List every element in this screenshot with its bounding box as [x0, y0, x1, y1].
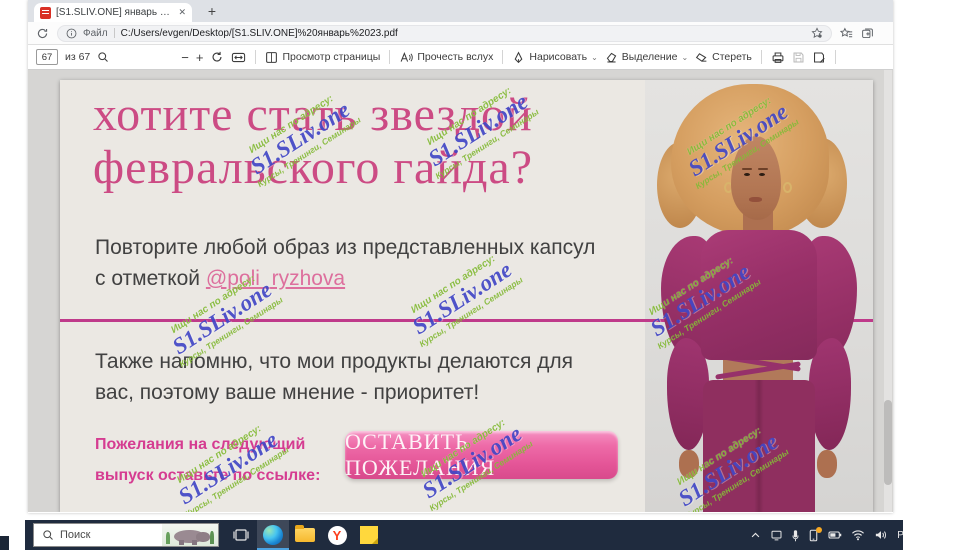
pen-icon [512, 51, 525, 64]
browser-window: [S1.SLIV.ONE] январь 23.pdf ✕ + Файл C:/… [28, 0, 893, 513]
address-bar: Файл C:/Users/evgen/Desktop/[S1.SLIV.ONE… [28, 22, 893, 45]
pill-separator [114, 28, 115, 38]
draw-chevron-icon[interactable]: ⌄ [591, 53, 598, 62]
info-icon [66, 28, 77, 39]
edge-logo [263, 525, 283, 545]
taskbar-explorer-icon[interactable] [289, 520, 321, 550]
eraser-icon [695, 51, 708, 64]
page-view-label: Просмотр страницы [282, 51, 380, 63]
tab-title: [S1.SLIV.ONE] январь 23.pdf [56, 7, 173, 18]
model-photo [645, 80, 873, 512]
collections-icon[interactable] [861, 27, 874, 40]
taskbar-edge-icon[interactable] [257, 520, 289, 550]
paragraph-2: Также напомню, что мои продукты делаются… [95, 346, 600, 408]
pdf-viewer: хотите стать звездой февральского гайда?… [28, 70, 893, 512]
search-placeholder: Поиск [60, 529, 156, 541]
erase-label: Стереть [712, 51, 752, 63]
address-scheme-label: Файл [83, 28, 108, 39]
paragraph-1-text: Повторите любой образ из представленных … [95, 236, 595, 290]
erase-button[interactable]: Стереть [695, 51, 752, 64]
pink-divider-line [60, 319, 873, 322]
volume-icon[interactable] [874, 529, 888, 541]
read-aloud-button[interactable]: Прочесть вслух [399, 51, 493, 64]
start-button-fragment[interactable] [0, 536, 9, 550]
print-icon[interactable] [771, 51, 785, 64]
battery-icon[interactable] [828, 529, 842, 541]
favorite-star-icon[interactable] [811, 27, 823, 39]
language-indicator[interactable]: РУ [897, 530, 903, 541]
notification-badge [816, 527, 822, 533]
page-number-input[interactable] [36, 49, 58, 65]
draw-button[interactable]: Нарисовать ⌄ [512, 51, 597, 64]
read-aloud-label: Прочесть вслух [417, 51, 493, 63]
zoom-in-button[interactable]: + [196, 50, 204, 65]
new-tab-button[interactable]: + [203, 2, 221, 20]
taskbar-yandex-icon[interactable]: Y [321, 520, 353, 550]
highlight-label: Выделение [622, 51, 678, 63]
heading-line1: хотите стать звездой [93, 88, 533, 141]
page-view-button[interactable]: Просмотр страницы [265, 51, 380, 64]
leave-wishes-button[interactable]: ОСТАВИТЬ ПОЖЕЛАНИЯ [345, 431, 618, 479]
pdf-toolbar: из 67 − + Просмотр страницы Прочесть всл… [28, 45, 893, 70]
usb-device-icon[interactable] [792, 529, 799, 542]
cta-text: Пожелания на следующий выпуск оставьте п… [95, 429, 320, 491]
fit-page-icon[interactable] [231, 51, 246, 64]
system-tray: РУ [750, 529, 903, 542]
draw-label: Нарисовать [529, 51, 587, 63]
instagram-handle-link[interactable]: @poli_ryzhova [206, 267, 345, 290]
tab-pdf[interactable]: [S1.SLIV.ONE] январь 23.pdf ✕ [34, 3, 192, 22]
sticky-notes-logo [360, 526, 378, 544]
favorites-bar-icon[interactable] [840, 27, 853, 40]
taskbar-search-box[interactable]: Поиск [33, 523, 219, 547]
paragraph-1: Повторите любой образ из представленных … [95, 232, 600, 294]
cta-line1: Пожелания на следующий [95, 436, 305, 453]
pdf-page: хотите стать звездой февральского гайда?… [60, 80, 873, 512]
search-icon[interactable] [97, 51, 109, 63]
page-total-label: из 67 [65, 51, 90, 63]
highlight-chevron-icon[interactable]: ⌄ [681, 53, 688, 62]
refresh-icon[interactable] [36, 27, 49, 40]
tab-strip: [S1.SLIV.ONE] январь 23.pdf ✕ + [28, 0, 893, 22]
zoom-out-button[interactable]: − [181, 50, 189, 65]
tab-close-icon[interactable]: ✕ [178, 7, 186, 18]
address-field[interactable]: Файл C:/Users/evgen/Desktop/[S1.SLIV.ONE… [57, 25, 832, 42]
read-aloud-icon [399, 51, 413, 64]
folder-logo [295, 528, 315, 542]
screen: [S1.SLIV.ONE] январь 23.pdf ✕ + Файл C:/… [0, 0, 978, 550]
address-url: C:/Users/evgen/Desktop/[S1.SLIV.ONE]%20я… [121, 28, 398, 39]
task-view-button[interactable] [225, 520, 257, 550]
heading-line2: февральского гайда? [93, 141, 533, 194]
page-view-icon [265, 51, 278, 64]
search-icon [42, 529, 54, 541]
tray-chevron-icon[interactable] [750, 530, 761, 541]
save-as-icon[interactable] [812, 51, 826, 64]
highlighter-icon [605, 51, 618, 64]
pdf-file-icon [40, 7, 51, 19]
wifi-icon[interactable] [851, 529, 865, 541]
scrollbar-thumb[interactable] [884, 400, 892, 485]
save-icon[interactable] [792, 51, 805, 64]
cta-line2: выпуск оставьте по ссылке: [95, 467, 320, 484]
highlight-button[interactable]: Выделение ⌄ [605, 51, 688, 64]
page-title: хотите стать звездой февральского гайда? [93, 88, 668, 194]
taskbar: Поиск Y РУ [25, 520, 903, 550]
yandex-logo: Y [328, 526, 347, 545]
rotate-icon[interactable] [210, 50, 224, 64]
search-highlight-image[interactable] [162, 524, 218, 546]
taskbar-sticky-notes-icon[interactable] [353, 520, 385, 550]
phone-notification-icon[interactable] [808, 529, 819, 542]
meet-now-icon[interactable] [770, 529, 783, 541]
